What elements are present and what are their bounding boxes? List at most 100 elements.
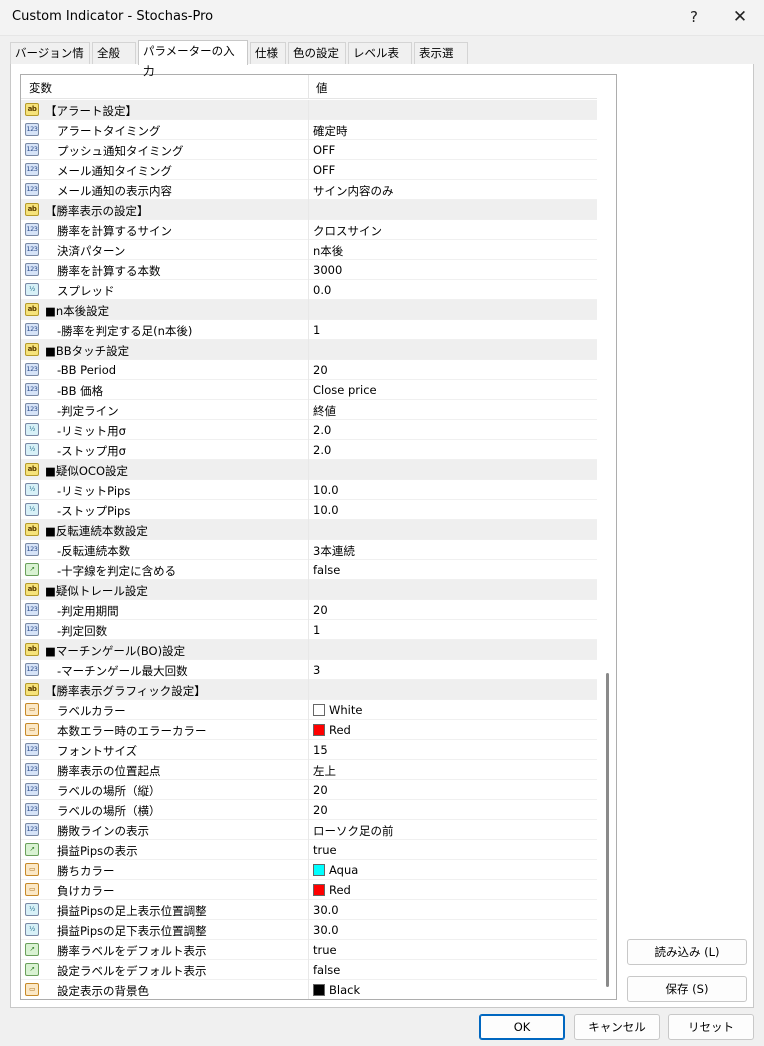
load-button[interactable]: 読み込み (L) bbox=[627, 939, 747, 965]
parameter-value[interactable]: Red bbox=[313, 883, 351, 897]
parameter-row[interactable]: ½ -ストップPips 10.0 bbox=[21, 500, 597, 520]
parameter-value[interactable]: Red bbox=[313, 723, 351, 737]
parameter-row[interactable]: 123 -勝率を判定する足(n本後) 1 bbox=[21, 320, 597, 340]
parameter-row[interactable]: ↗ 設定ラベルをデフォルト表示 false bbox=[21, 960, 597, 980]
tab-display-selection[interactable]: 表示選択 bbox=[414, 42, 468, 80]
parameter-row[interactable]: ½ -ストップ用σ 2.0 bbox=[21, 440, 597, 460]
parameter-row[interactable]: 123 -判定ライン 終値 bbox=[21, 400, 597, 420]
parameter-row[interactable]: 123 勝率表示の位置起点 左上 bbox=[21, 760, 597, 780]
tab-level-display[interactable]: レベル表示 bbox=[348, 42, 412, 80]
parameter-value[interactable]: White bbox=[313, 703, 362, 717]
parameter-value[interactable]: クロスサイン bbox=[313, 223, 382, 239]
cancel-button[interactable]: キャンセル bbox=[574, 1014, 660, 1040]
parameter-row[interactable]: 123 決済パターン n本後 bbox=[21, 240, 597, 260]
parameter-value[interactable]: 30.0 bbox=[313, 923, 339, 937]
close-button[interactable]: ✕ bbox=[718, 0, 762, 34]
parameter-value[interactable]: 10.0 bbox=[313, 503, 339, 517]
parameter-row[interactable]: ▭ 負けカラー Red bbox=[21, 880, 597, 900]
parameter-value[interactable]: true bbox=[313, 843, 337, 857]
parameter-value[interactable]: true bbox=[313, 943, 337, 957]
parameter-row[interactable]: ▭ 本数エラー時のエラーカラー Red bbox=[21, 720, 597, 740]
section-header-row[interactable]: ab 【勝率表示グラフィック設定】 bbox=[21, 680, 597, 700]
parameter-value[interactable]: 3000 bbox=[313, 263, 342, 277]
section-header-row[interactable]: ab ■n本後設定 bbox=[21, 300, 597, 320]
parameter-value[interactable]: ローソク足の前 bbox=[313, 823, 394, 839]
vertical-scrollbar[interactable] bbox=[598, 75, 616, 999]
section-header-row[interactable]: ab 【アラート設定】 bbox=[21, 100, 597, 120]
parameter-value[interactable]: 20 bbox=[313, 603, 328, 617]
parameter-value[interactable]: 20 bbox=[313, 783, 328, 797]
section-header-row[interactable]: ab ■疑似OCO設定 bbox=[21, 460, 597, 480]
parameter-value[interactable]: n本後 bbox=[313, 243, 343, 259]
parameter-row[interactable]: 123 アラートタイミング 確定時 bbox=[21, 120, 597, 140]
parameter-row[interactable]: ↗ 勝率ラベルをデフォルト表示 true bbox=[21, 940, 597, 960]
ok-button[interactable]: OK bbox=[479, 1014, 565, 1040]
parameter-row[interactable]: 123 -BB Period 20 bbox=[21, 360, 597, 380]
parameter-value[interactable]: OFF bbox=[313, 163, 335, 177]
tab-general[interactable]: 全般 bbox=[92, 42, 136, 64]
parameter-row[interactable]: ↗ 損益Pipsの表示 true bbox=[21, 840, 597, 860]
parameter-row[interactable]: 123 勝率を計算するサイン クロスサイン bbox=[21, 220, 597, 240]
parameter-row[interactable]: 123 -マーチンゲール最大回数 3 bbox=[21, 660, 597, 680]
section-header-row[interactable]: ab 【勝率表示の設定】 bbox=[21, 200, 597, 220]
parameter-row[interactable]: ½ 損益Pipsの足下表示位置調整 30.0 bbox=[21, 920, 597, 940]
parameter-row[interactable]: ↗ -十字線を判定に含める false bbox=[21, 560, 597, 580]
scrollbar-thumb[interactable] bbox=[606, 673, 609, 987]
parameter-value[interactable]: 1 bbox=[313, 323, 320, 337]
parameter-row[interactable]: 123 プッシュ通知タイミング OFF bbox=[21, 140, 597, 160]
parameter-row[interactable]: 123 ラベルの場所（縦） 20 bbox=[21, 780, 597, 800]
parameter-row[interactable]: ▭ 設定表示の背景色 Black bbox=[21, 980, 597, 999]
parameter-row[interactable]: 123 メール通知タイミング OFF bbox=[21, 160, 597, 180]
parameter-value[interactable]: 確定時 bbox=[313, 123, 348, 139]
parameter-row[interactable]: ▭ 勝ちカラー Aqua bbox=[21, 860, 597, 880]
parameter-value[interactable]: Close price bbox=[313, 383, 377, 397]
save-button[interactable]: 保存 (S) bbox=[627, 976, 747, 1002]
parameter-row[interactable]: 123 ラベルの場所（横） 20 bbox=[21, 800, 597, 820]
parameter-value[interactable]: false bbox=[313, 563, 340, 577]
tab-parameters[interactable]: パラメーターの入力 bbox=[138, 40, 248, 78]
parameter-row[interactable]: ½ スプレッド 0.0 bbox=[21, 280, 597, 300]
parameter-value[interactable]: 1 bbox=[313, 623, 320, 637]
parameter-value[interactable]: 20 bbox=[313, 363, 328, 377]
parameter-row[interactable]: ½ 損益Pipsの足上表示位置調整 30.0 bbox=[21, 900, 597, 920]
parameter-row[interactable]: 123 -反転連続本数 3本連続 bbox=[21, 540, 597, 560]
parameter-value[interactable]: サイン内容のみ bbox=[313, 183, 394, 199]
section-header-row[interactable]: ab ■反転連続本数設定 bbox=[21, 520, 597, 540]
parameter-value[interactable]: OFF bbox=[313, 143, 335, 157]
parameter-value[interactable]: 0.0 bbox=[313, 283, 331, 297]
tab-color-settings[interactable]: 色の設定 bbox=[288, 42, 346, 64]
parameter-value[interactable]: 3 bbox=[313, 663, 320, 677]
column-header-variable[interactable]: 変数 bbox=[29, 80, 52, 96]
section-header-row[interactable]: ab ■疑似トレール設定 bbox=[21, 580, 597, 600]
parameter-grid[interactable]: 変数 値 ab 【アラート設定】 123 アラートタイミング 確定時 123 プッシュ通知タ… bbox=[20, 74, 617, 1000]
help-button[interactable]: ? bbox=[672, 0, 716, 34]
parameter-value[interactable]: Black bbox=[313, 983, 360, 997]
parameter-row[interactable]: ½ -リミット用σ 2.0 bbox=[21, 420, 597, 440]
parameter-value[interactable]: 3本連続 bbox=[313, 543, 355, 559]
parameter-value[interactable]: 2.0 bbox=[313, 443, 331, 457]
parameter-value[interactable]: 20 bbox=[313, 803, 328, 817]
parameter-value[interactable]: false bbox=[313, 963, 340, 977]
parameter-value[interactable]: 2.0 bbox=[313, 423, 331, 437]
parameter-value[interactable]: 15 bbox=[313, 743, 328, 757]
parameter-row[interactable]: ½ -リミットPips 10.0 bbox=[21, 480, 597, 500]
parameter-row[interactable]: 123 -判定用期間 20 bbox=[21, 600, 597, 620]
parameter-row[interactable]: 123 -BB 価格 Close price bbox=[21, 380, 597, 400]
section-header-row[interactable]: ab ■BBタッチ設定 bbox=[21, 340, 597, 360]
parameter-row[interactable]: 123 フォントサイズ 15 bbox=[21, 740, 597, 760]
parameter-value[interactable]: 左上 bbox=[313, 763, 336, 779]
column-header-value[interactable]: 値 bbox=[316, 80, 328, 96]
parameter-row[interactable]: 123 メール通知の表示内容 サイン内容のみ bbox=[21, 180, 597, 200]
parameter-value[interactable]: 10.0 bbox=[313, 483, 339, 497]
tab-specification[interactable]: 仕様 bbox=[250, 42, 286, 64]
parameter-row[interactable]: 123 -判定回数 1 bbox=[21, 620, 597, 640]
tab-version-info[interactable]: バージョン情報 bbox=[10, 42, 90, 80]
reset-button[interactable]: リセット bbox=[668, 1014, 754, 1040]
section-header-row[interactable]: ab ■マーチンゲール(BO)設定 bbox=[21, 640, 597, 660]
parameter-row[interactable]: 123 勝敗ラインの表示 ローソク足の前 bbox=[21, 820, 597, 840]
parameter-row[interactable]: 123 勝率を計算する本数 3000 bbox=[21, 260, 597, 280]
parameter-value[interactable]: 30.0 bbox=[313, 903, 339, 917]
parameter-row[interactable]: ▭ ラベルカラー White bbox=[21, 700, 597, 720]
parameter-value[interactable]: Aqua bbox=[313, 863, 358, 877]
parameter-value[interactable]: 終値 bbox=[313, 403, 336, 419]
